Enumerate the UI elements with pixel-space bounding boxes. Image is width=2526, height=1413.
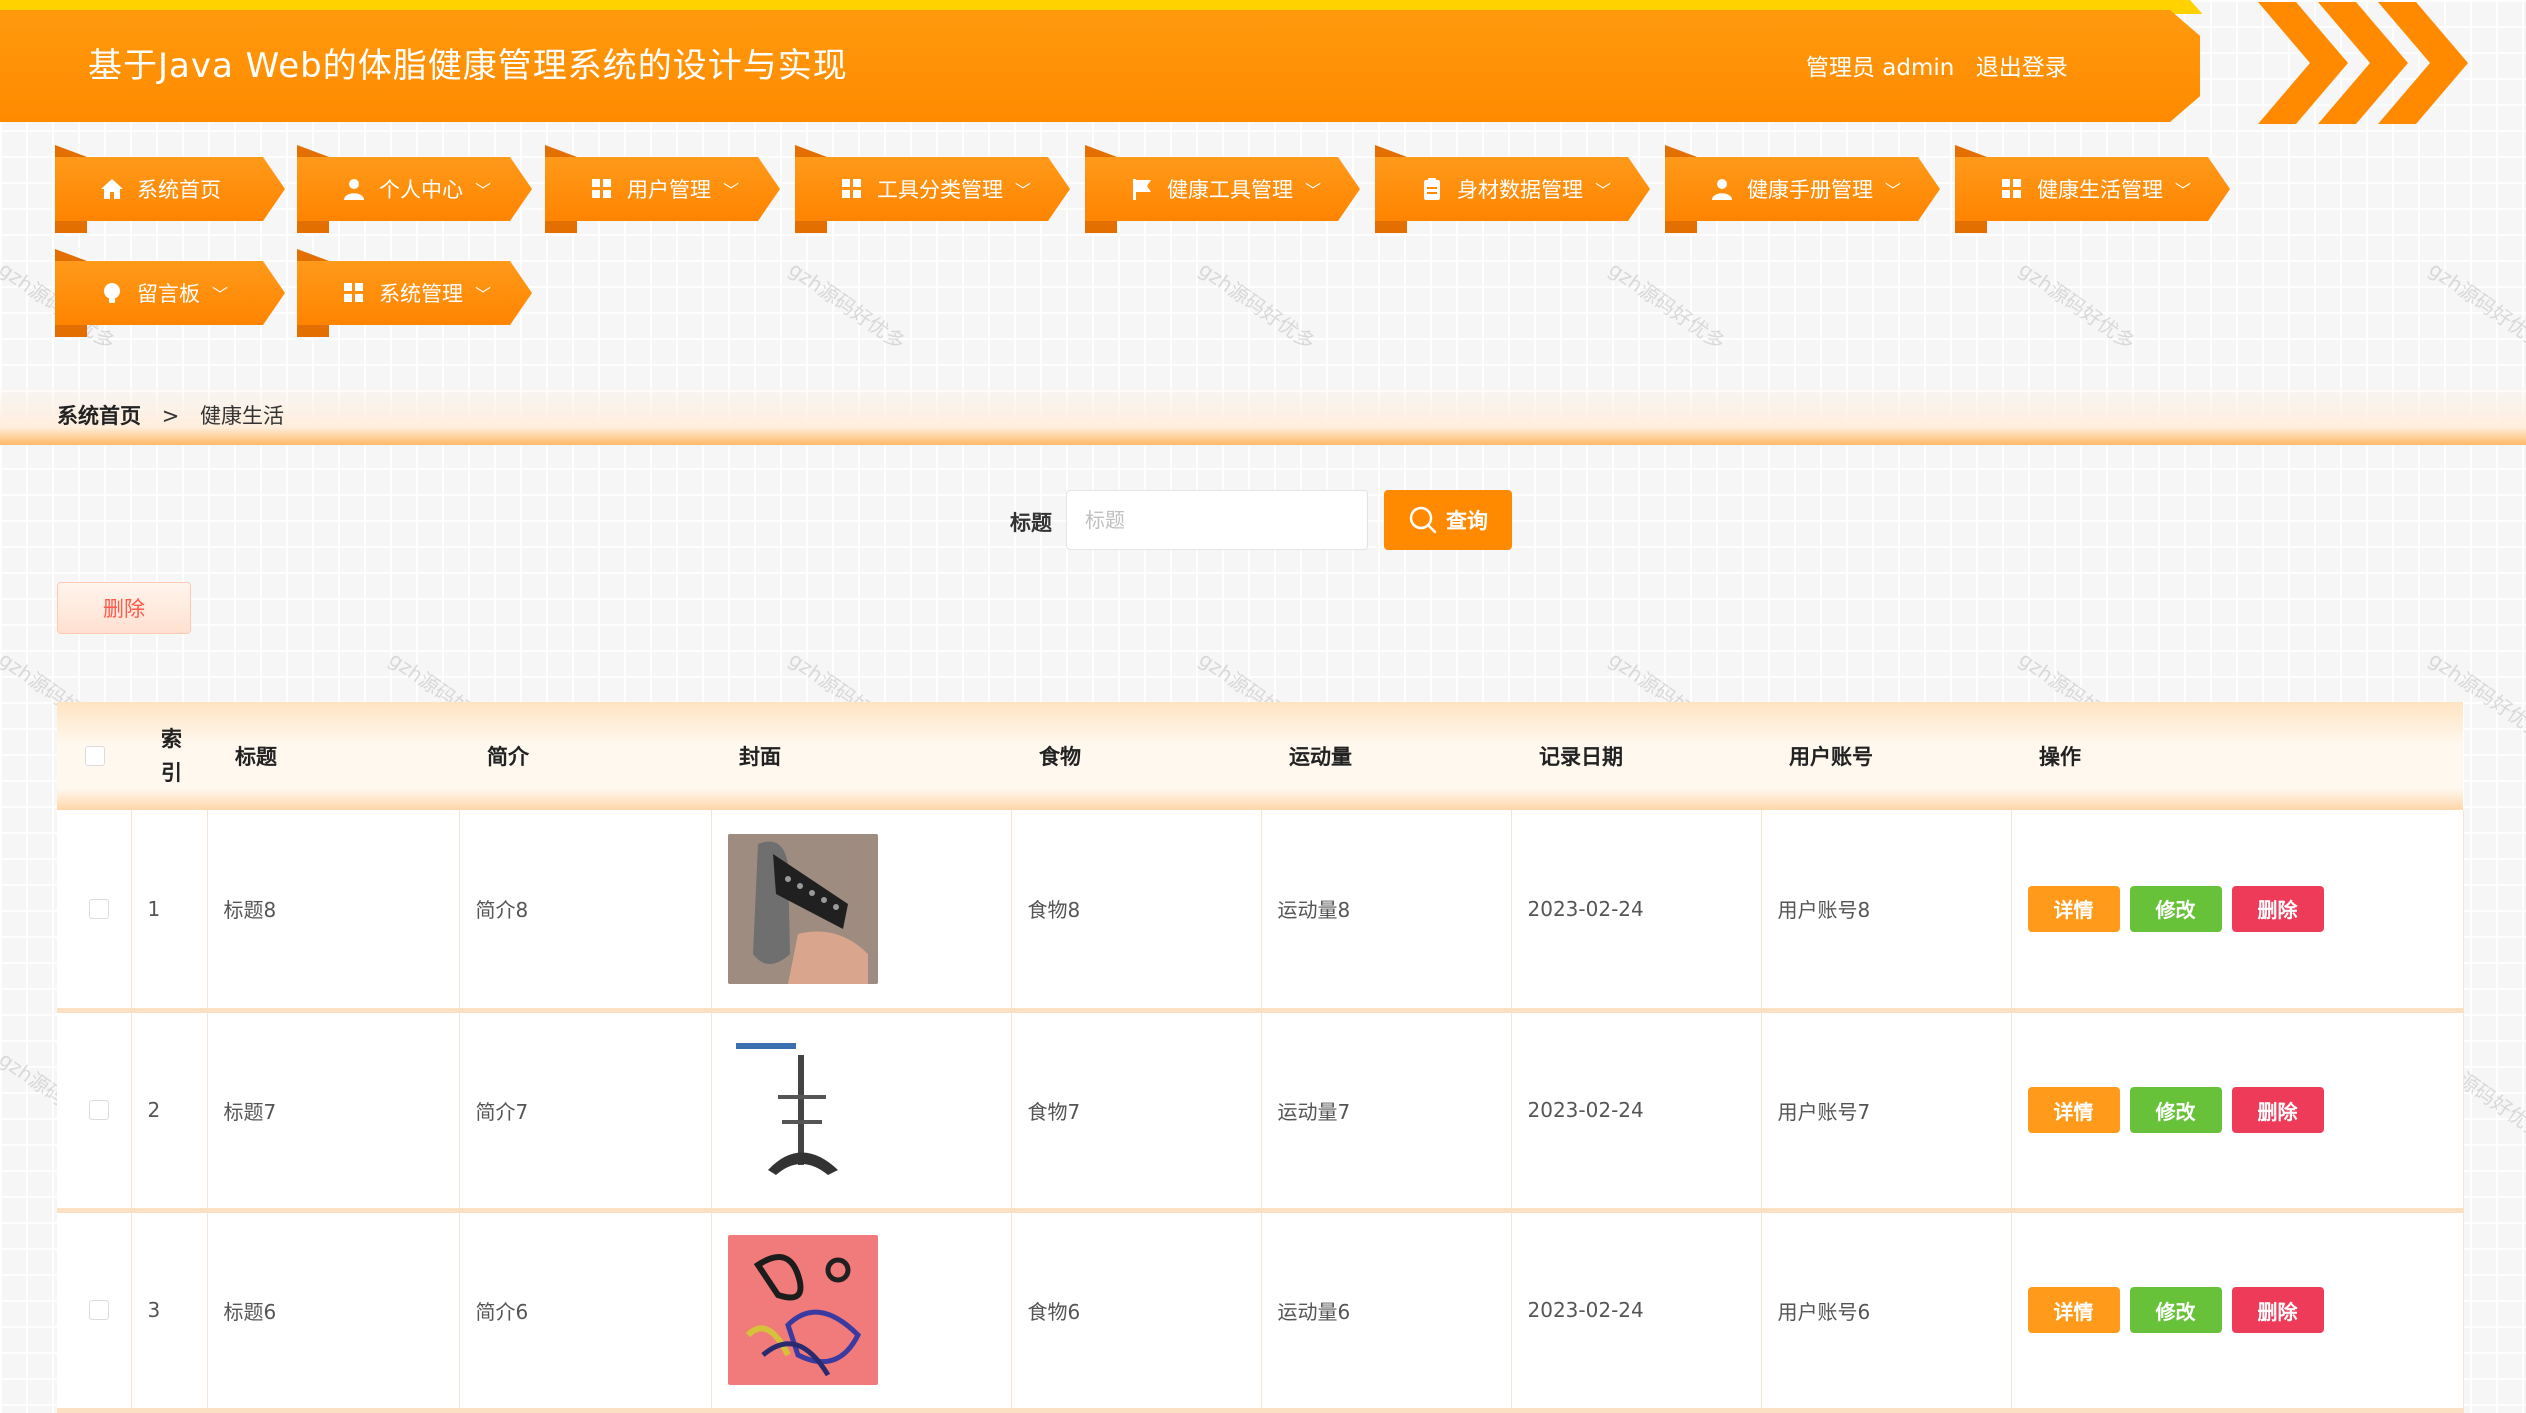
chevron-down-icon: ﹀	[475, 285, 492, 304]
search-label: 标题	[1010, 511, 1052, 535]
row-title: 标题8	[207, 810, 460, 1010]
chevron-down-icon: ﹀	[1015, 181, 1032, 200]
bulb-icon	[104, 283, 120, 303]
nav-item-label: 留言板	[137, 282, 200, 306]
search-button[interactable]: 查询	[1384, 490, 1512, 550]
nav-item-label: 系统管理	[379, 282, 463, 306]
nav-item-label: 健康手册管理	[1747, 178, 1873, 202]
row-account: 用户账号8	[1761, 810, 2012, 1010]
nav-item-label: 用户管理	[627, 178, 711, 202]
chevron-down-icon: ﹀	[475, 181, 492, 200]
chevron-down-icon: ﹀	[1885, 181, 1902, 200]
row-checkbox[interactable]	[89, 1300, 109, 1320]
column-header-cover: 封面	[739, 745, 781, 769]
row-title: 标题6	[207, 1210, 460, 1410]
detail-button[interactable]: 详情	[2027, 885, 2120, 932]
row-food: 食物8	[1011, 810, 1262, 1010]
nav-item-label: 健康生活管理	[2037, 178, 2163, 202]
top-header: 基于Java Web的体脂健康管理系统的设计与实现 管理员 admin 退出登录	[0, 0, 2526, 125]
chevron-down-icon: ﹀	[2175, 181, 2192, 200]
site-title: 基于Java Web的体脂健康管理系统的设计与实现	[88, 46, 848, 86]
row-date: 2023-02-24	[1511, 1010, 1762, 1210]
current-user-label: 管理员 admin	[1806, 55, 1955, 81]
column-header-food: 食物	[1039, 745, 1081, 769]
detail-button[interactable]: 详情	[2027, 1287, 2120, 1333]
detail-button[interactable]: 详情	[2027, 1087, 2120, 1133]
batch-delete-button[interactable]: 删除	[57, 582, 191, 634]
column-header-title: 标题	[235, 745, 277, 769]
delete-button[interactable]: 删除	[2231, 885, 2324, 932]
column-header-account: 用户账号	[1789, 745, 1873, 769]
row-title: 标题7	[207, 1010, 460, 1210]
chevron-down-icon: ﹀	[1305, 181, 1322, 200]
edit-button[interactable]: 修改	[2129, 1087, 2222, 1133]
healthy-life-table: 索引 标题 简介 封面 食物 运动量 记录日期 用户账号 操作 1 标题8 简介…	[57, 702, 2464, 1413]
grid-icon	[344, 283, 363, 302]
grid-icon	[842, 179, 861, 198]
chevron-down-icon: ﹀	[212, 285, 229, 304]
table-header-row: 索引 标题 简介 封面 食物 运动量 记录日期 用户账号 操作	[57, 702, 2463, 810]
search-button-label: 查询	[1446, 509, 1488, 533]
user-icon	[344, 179, 364, 200]
table-row: 3 标题6 简介6 食物6 运动量6 2023-02-24 用户账号6 详情 修…	[57, 1210, 2464, 1410]
column-header-actions: 操作	[2039, 745, 2081, 769]
column-header-index: 索引	[161, 727, 182, 785]
search-icon	[1409, 506, 1437, 534]
row-intro: 简介7	[459, 1010, 712, 1210]
row-index: 2	[131, 1010, 208, 1210]
edit-button[interactable]: 修改	[2129, 885, 2222, 932]
column-header-exercise: 运动量	[1289, 745, 1352, 769]
search-input[interactable]	[1066, 490, 1368, 550]
chevron-down-icon: ﹀	[1595, 181, 1612, 200]
breadcrumb-current: 健康生活	[199, 404, 284, 428]
row-intro: 简介8	[459, 810, 712, 1010]
logout-link[interactable]: 退出登录	[1976, 55, 2068, 81]
breadcrumb-separator: >	[161, 404, 180, 428]
breadcrumb: 系统首页 > 健康生活	[57, 400, 284, 430]
column-header-date: 记录日期	[1539, 745, 1623, 769]
clipboard-icon	[1424, 178, 1440, 200]
row-food: 食物6	[1011, 1210, 1262, 1410]
nav-item-label: 个人中心	[379, 178, 463, 202]
home-icon	[101, 179, 123, 199]
grid-icon	[2002, 179, 2021, 198]
cover-image-resistance-bands[interactable]	[727, 1235, 878, 1385]
nav-item-label: 身材数据管理	[1457, 178, 1583, 202]
user-icon	[1712, 179, 1732, 200]
row-account: 用户账号6	[1761, 1210, 2012, 1410]
row-exercise: 运动量7	[1261, 1010, 1512, 1210]
breadcrumb-home[interactable]: 系统首页	[57, 404, 141, 428]
grid-icon	[592, 179, 611, 198]
row-index: 1	[131, 810, 208, 1010]
breadcrumb-bar	[0, 385, 2526, 445]
table-row: 2 标题7 简介7 食物7 运动量7 2023-02-24 用户账号7 详情 修…	[57, 1010, 2464, 1210]
row-date: 2023-02-24	[1511, 1210, 1762, 1410]
nav-item-label: 工具分类管理	[877, 178, 1003, 202]
row-checkbox[interactable]	[89, 898, 109, 919]
chevron-arrows-icon	[2258, 2, 2468, 124]
chevron-down-icon: ﹀	[723, 181, 740, 200]
row-intro: 简介6	[459, 1210, 712, 1410]
column-header-intro: 简介	[487, 745, 529, 769]
row-account: 用户账号7	[1761, 1010, 2012, 1210]
user-area: 管理员 admin 退出登录	[1806, 48, 2082, 82]
delete-button[interactable]: 删除	[2231, 1087, 2324, 1133]
row-food: 食物7	[1011, 1010, 1262, 1210]
row-date: 2023-02-24	[1511, 810, 1762, 1010]
row-index: 3	[131, 1210, 208, 1410]
delete-button[interactable]: 删除	[2231, 1287, 2324, 1333]
nav-item-label: 系统首页	[137, 178, 221, 202]
select-all-checkbox[interactable]	[85, 746, 105, 766]
cover-image-stand-rack[interactable]	[727, 1035, 878, 1185]
table-row: 1 标题8 简介8 食物8 运动量8 2023-02-24 用户账号8 详情 修…	[57, 810, 2464, 1010]
row-exercise: 运动量8	[1261, 810, 1512, 1010]
edit-button[interactable]: 修改	[2129, 1287, 2222, 1333]
nav-item-label: 健康工具管理	[1167, 178, 1293, 202]
row-checkbox[interactable]	[89, 1100, 109, 1120]
row-exercise: 运动量6	[1261, 1210, 1512, 1410]
flag-icon	[1133, 179, 1151, 200]
cover-image-grip-trainer[interactable]	[727, 833, 878, 984]
